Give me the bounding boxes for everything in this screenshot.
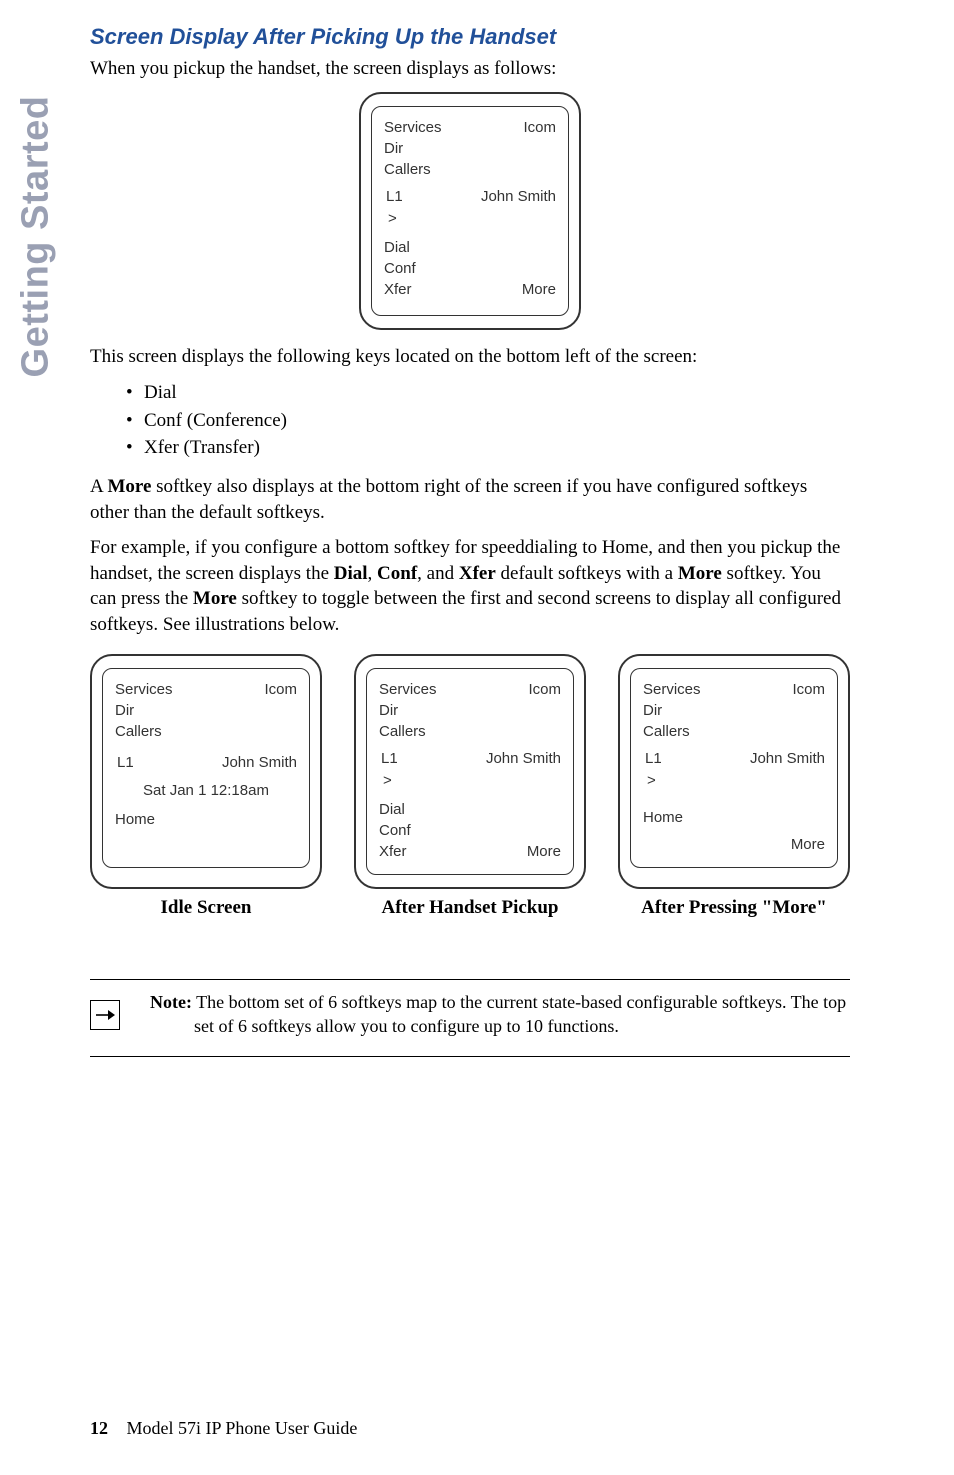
pickup-more: More — [527, 841, 561, 862]
page-footer: 12 Model 57i IP Phone User Guide — [90, 1418, 357, 1439]
label-idle-screen: Idle Screen — [90, 897, 322, 919]
idle-l1: L1 — [115, 752, 134, 775]
footer-title: Model 57i IP Phone User Guide — [127, 1418, 358, 1438]
side-tab: Getting Started — [12, 26, 60, 446]
phone-idle-inner: Services Icom Dir Callers L1 John Smith … — [102, 668, 310, 868]
more-services: Services — [643, 679, 701, 700]
label-dial: Dial — [384, 237, 556, 258]
more-dir: Dir — [643, 700, 825, 721]
t: A — [90, 476, 107, 497]
t6: default softkeys with a — [496, 563, 678, 584]
phone-more: Services Icom Dir Callers L1 John Smith … — [618, 654, 850, 889]
pickup-icom: Icom — [528, 679, 561, 700]
label-conf: Conf — [384, 258, 556, 279]
more-gt: > — [643, 770, 825, 793]
phone-inner-main: Services Icom Dir Callers L1 John Smith … — [371, 106, 569, 316]
more-callers: Callers — [643, 721, 825, 742]
idle-icom: Icom — [264, 679, 297, 700]
label-xfer: Xfer — [384, 279, 412, 300]
bullet-xfer: Xfer (Transfer) — [130, 434, 850, 462]
page-content: Screen Display After Picking Up the Hand… — [90, 24, 850, 1057]
phone-more-inner: Services Icom Dir Callers L1 John Smith … — [630, 668, 838, 868]
label-icom: Icom — [523, 117, 556, 138]
page-number: 12 — [90, 1418, 108, 1438]
bullet-list: Dial Conf (Conference) Xfer (Transfer) — [130, 379, 850, 462]
bullet-dial: Dial — [130, 379, 850, 407]
bold-dial: Dial — [334, 563, 368, 584]
bold-more: More — [107, 476, 151, 497]
side-tab-text: Getting Started — [15, 95, 58, 377]
note-text: Note: The bottom set of 6 softkeys map t… — [150, 990, 850, 1039]
label-after-more: After Pressing "More" — [618, 897, 850, 919]
note-block: Note: The bottom set of 6 softkeys map t… — [90, 979, 850, 1058]
intro-text: When you pickup the handset, the screen … — [90, 56, 850, 82]
phone-pickup: Services Icom Dir Callers L1 John Smith … — [354, 654, 586, 889]
label-gt: > — [384, 208, 556, 231]
label-john-smith: John Smith — [481, 186, 556, 209]
phone-screen-main: Services Icom Dir Callers L1 John Smith … — [359, 92, 581, 330]
pickup-gt: > — [379, 770, 561, 793]
t2: softkey also displays at the bottom righ… — [90, 476, 807, 523]
more-l1: L1 — [643, 748, 662, 771]
main-screen-wrap: Services Icom Dir Callers L1 John Smith … — [90, 92, 850, 330]
phone-idle: Services Icom Dir Callers L1 John Smith … — [90, 654, 322, 889]
bold-more2: More — [678, 563, 722, 584]
note-body: The bottom set of 6 softkeys map to the … — [192, 992, 846, 1036]
idle-date: Sat Jan 1 12:18am — [115, 780, 297, 803]
idle-right: John Smith — [222, 752, 297, 775]
label-more: More — [522, 279, 556, 300]
pickup-dial: Dial — [379, 799, 561, 820]
pickup-l1: L1 — [379, 748, 398, 771]
arrow-right-icon — [90, 1000, 120, 1030]
pickup-conf: Conf — [379, 820, 561, 841]
label-l1: L1 — [384, 186, 403, 209]
bold-xfer: Xfer — [459, 563, 496, 584]
label-callers: Callers — [384, 159, 556, 180]
label-after-pickup: After Handset Pickup — [354, 897, 586, 919]
trio-screens: Services Icom Dir Callers L1 John Smith … — [90, 654, 850, 889]
pickup-callers: Callers — [379, 721, 561, 742]
idle-dir: Dir — [115, 700, 297, 721]
phone-pickup-inner: Services Icom Dir Callers L1 John Smith … — [366, 668, 574, 875]
t5: , and — [417, 563, 459, 584]
para-example: For example, if you configure a bottom s… — [90, 535, 850, 638]
pickup-right: John Smith — [486, 748, 561, 771]
note-label: Note: — [150, 992, 192, 1012]
section-title: Screen Display After Picking Up the Hand… — [90, 24, 850, 50]
idle-callers: Callers — [115, 721, 297, 742]
pickup-xfer: Xfer — [379, 841, 407, 862]
pickup-services: Services — [379, 679, 437, 700]
more-icom: Icom — [792, 679, 825, 700]
label-dir: Dir — [384, 138, 556, 159]
more-home: Home — [643, 807, 825, 828]
pickup-dir: Dir — [379, 700, 561, 721]
more-right: John Smith — [750, 748, 825, 771]
t4: , — [368, 563, 378, 584]
bold-more3: More — [193, 588, 237, 609]
bold-conf: Conf — [377, 563, 417, 584]
para-more-softkey: A More softkey also displays at the bott… — [90, 474, 850, 525]
trio-labels: Idle Screen After Handset Pickup After P… — [90, 897, 850, 919]
more-more: More — [791, 834, 825, 855]
idle-home: Home — [115, 809, 297, 830]
idle-services: Services — [115, 679, 173, 700]
keys-intro: This screen displays the following keys … — [90, 344, 850, 370]
label-services: Services — [384, 117, 442, 138]
bullet-conf: Conf (Conference) — [130, 407, 850, 435]
